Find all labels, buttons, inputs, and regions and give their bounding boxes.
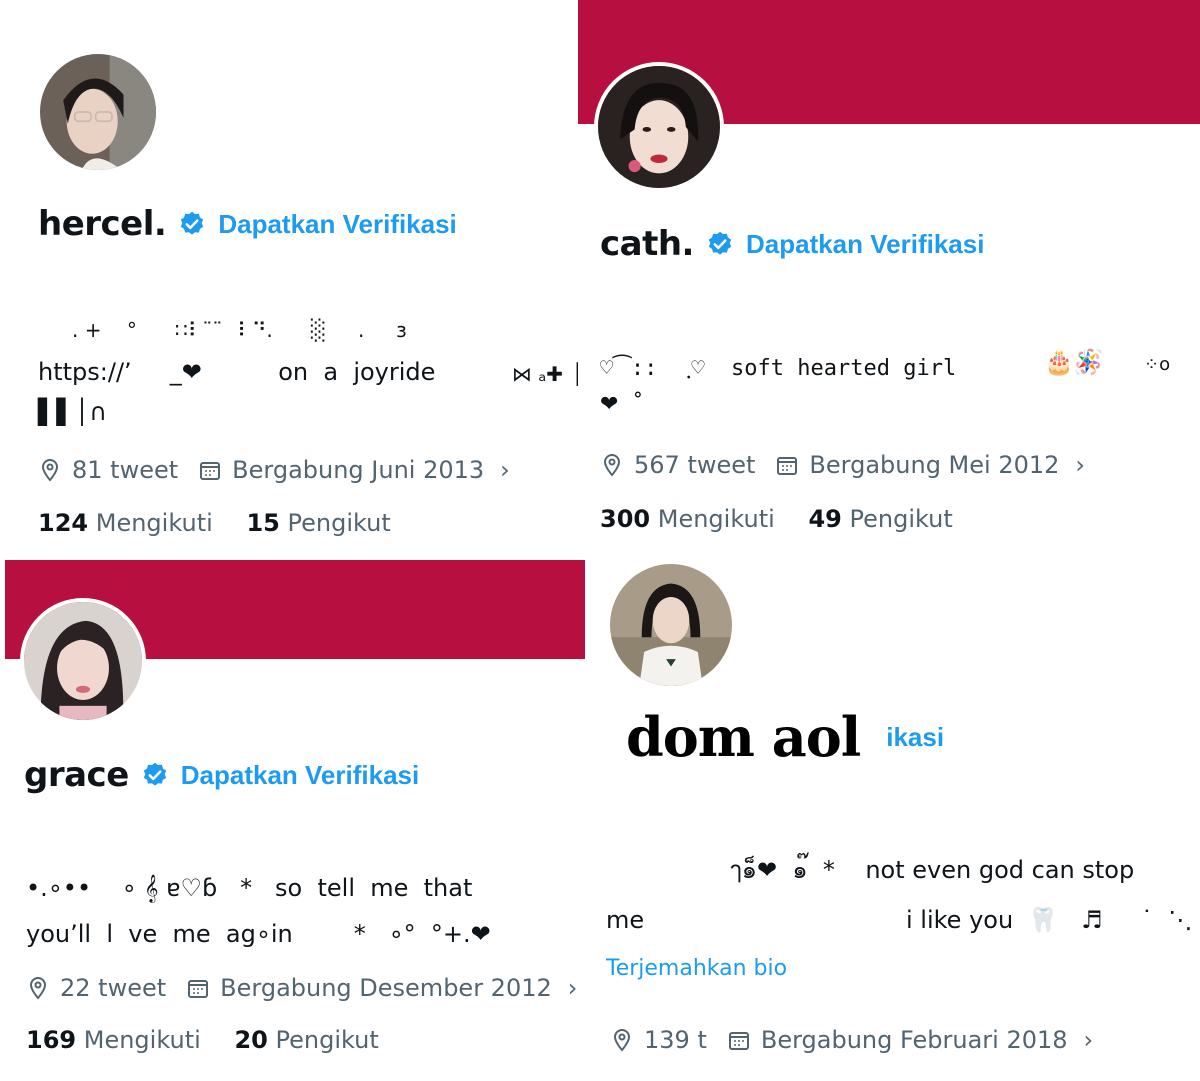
calendar-icon — [775, 453, 799, 477]
calendar-icon — [186, 976, 210, 1000]
profile-panel-cath: cath. Dapatkan Verifikasi ♡⁀:: ฺ♡ soft h… — [578, 0, 1200, 560]
name-row: hercel. Dapatkan Verifikasi — [38, 204, 457, 244]
location-icon — [38, 458, 62, 482]
verified-badge-icon[interactable] — [141, 761, 169, 789]
join-date: Bergabung Februari 2018 — [760, 1026, 1068, 1054]
tweet-count: 81 tweet — [72, 456, 179, 484]
verified-badge-icon[interactable] — [706, 230, 734, 258]
bio-emoji-cake-icon: 🎂🪅 — [1044, 348, 1104, 376]
following-link[interactable]: 300 Mengikuti — [600, 505, 775, 533]
chevron-right-icon[interactable]: › — [500, 456, 510, 484]
avatar[interactable] — [36, 50, 160, 174]
profile-meta: 81 tweet Bergabung Juni 2013 › — [38, 456, 510, 484]
calendar-icon — [198, 458, 222, 482]
name-row: cath. Dapatkan Verifikasi — [600, 224, 984, 264]
avatar[interactable] — [606, 560, 736, 690]
bio-line: me — [606, 906, 645, 934]
profile-meta: 139 t Bergabung Februari 2018 › — [610, 1026, 1093, 1054]
profile-meta: 22 tweet Bergabung Desember 2012 › — [26, 974, 577, 1002]
bio-decoration: . + ° ∷⠇¨¨⠀⠇⠙. ░ . з — [72, 318, 407, 342]
translate-bio-link[interactable]: Terjemahkan bio — [606, 956, 787, 981]
display-name: grace — [24, 755, 129, 795]
profile-photo-icon — [40, 54, 156, 170]
bio-line: ❤ ˚ — [600, 392, 644, 417]
bio-line: https://’ _❤ on a joyride — [38, 358, 436, 386]
bio-line: ๅ๑็❤ ๑๊ * not even god can stop — [730, 856, 1135, 884]
location-icon — [26, 976, 50, 1000]
follow-stats: 169 Mengikuti 20 Pengikut — [26, 1026, 405, 1054]
bio-line: you’ll l ve me ag∘in * ∘° °+.❤ — [26, 920, 491, 948]
following-link[interactable]: 169 Mengikuti — [26, 1026, 201, 1054]
profile-photo-icon — [598, 66, 720, 188]
display-name: cath. — [600, 224, 694, 264]
follow-stats: 124 Mengikuti 15 Pengikut — [38, 509, 417, 537]
avatar[interactable] — [594, 62, 724, 192]
display-name: dom aol — [626, 705, 861, 769]
join-date: Bergabung Desember 2012 — [220, 974, 552, 1002]
profile-panel-grace: grace Dapatkan Verifikasi •.∘•• ∘ 𝄞 ɐ♡ɓ … — [0, 560, 590, 1081]
display-name: hercel. — [38, 204, 167, 244]
bio-decoration-right: ⋈ ₐ✚▕ — [512, 362, 578, 386]
profile-panel-hercel: hercel. Dapatkan Verifikasi . + ° ∷⠇¨¨⠀⠇… — [0, 0, 578, 560]
name-row: dom aol ikasi — [626, 705, 944, 769]
profile-photo-icon — [610, 564, 732, 686]
followers-link[interactable]: 15 Pengikut — [246, 509, 390, 537]
get-verified-link[interactable]: Dapatkan Verifikasi — [746, 229, 984, 260]
chevron-right-icon[interactable]: › — [568, 974, 578, 1002]
bio-line: •.∘•• ∘ 𝄞 ɐ♡ɓ * so tell me that — [26, 874, 473, 902]
location-icon — [600, 453, 624, 477]
profile-panel-dom-aol: dom aol ikasi ๅ๑็❤ ๑๊ * not even god can… — [590, 560, 1200, 1081]
bio-line: ▌▌│∩ — [38, 398, 107, 426]
profile-photo-icon — [24, 602, 142, 720]
bio-decoration-right: ⁘o — [1144, 354, 1171, 375]
calendar-icon — [727, 1028, 751, 1052]
name-row: grace Dapatkan Verifikasi — [24, 755, 419, 795]
join-date: Bergabung Juni 2013 — [232, 456, 485, 484]
verified-badge-icon[interactable] — [178, 210, 206, 238]
avatar[interactable] — [20, 598, 146, 724]
join-date: Bergabung Mei 2012 — [809, 451, 1060, 479]
bio-line: ♡⁀:: ฺ♡ soft hearted girl — [600, 356, 957, 381]
bio-line: i like you 🦷 ♬ ˙ ⋱ — [906, 906, 1193, 934]
tweet-count: 567 tweet — [634, 451, 756, 479]
chevron-right-icon[interactable]: › — [1084, 1026, 1094, 1054]
tweet-count: 22 tweet — [60, 974, 167, 1002]
following-link[interactable]: 124 Mengikuti — [38, 509, 213, 537]
location-icon — [610, 1028, 634, 1052]
chevron-right-icon[interactable]: › — [1075, 451, 1085, 479]
tweet-count: 139 t — [644, 1026, 707, 1054]
get-verified-link[interactable]: Dapatkan Verifikasi — [181, 760, 419, 791]
profile-meta: 567 tweet Bergabung Mei 2012 › — [600, 451, 1085, 479]
get-verified-link[interactable]: Dapatkan Verifikasi — [218, 209, 456, 240]
followers-link[interactable]: 20 Pengikut — [234, 1026, 378, 1054]
follow-stats: 300 Mengikuti 49 Pengikut — [600, 505, 979, 533]
get-verified-link[interactable]: ikasi — [886, 722, 944, 753]
followers-link[interactable]: 49 Pengikut — [808, 505, 952, 533]
